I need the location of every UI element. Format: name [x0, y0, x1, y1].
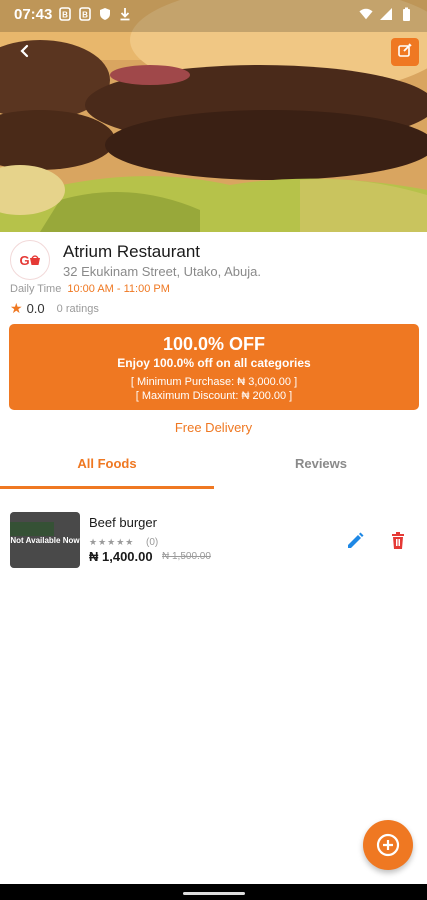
arrow-back-icon [18, 44, 32, 63]
tab-reviews[interactable]: Reviews [214, 447, 427, 487]
availability-overlay: Not Available Now [10, 512, 80, 568]
basket-icon [29, 255, 40, 265]
food-old-price: ₦ 1,500.00 [162, 551, 211, 562]
add-food-button[interactable] [363, 820, 413, 870]
food-price: ₦ 1,400.00 [89, 549, 153, 564]
food-review-count: (0) [146, 537, 159, 548]
wifi-icon [359, 7, 373, 21]
battery-icon [399, 7, 413, 21]
active-tab-indicator [0, 486, 214, 489]
free-delivery-label: Free Delivery [174, 420, 253, 435]
svg-text:B: B [82, 11, 88, 20]
logo-text: G [19, 252, 29, 268]
signal-icon [379, 7, 393, 21]
restaurant-name: Atrium Restaurant [63, 242, 200, 261]
restaurant-cover-image [0, 0, 427, 232]
maximum-discount: [ Maximum Discount: ₦ 200.00 ] [135, 390, 293, 402]
notification-b-icon: B [78, 7, 92, 21]
shield-icon [98, 7, 112, 21]
food-list-item[interactable]: Not Available Now Beef burger ★★★★★ (0) … [8, 510, 419, 570]
food-name: Beef burger [89, 515, 157, 530]
opening-hours: 10:00 AM - 11:00 PM [67, 283, 170, 295]
rating-value: 0.0 [26, 301, 45, 316]
add-circle-icon [376, 833, 400, 857]
delete-food-button[interactable] [387, 530, 409, 552]
tab-bar: All Foods Reviews [0, 447, 427, 489]
star-icon: ★ [10, 300, 23, 316]
svg-text:B: B [62, 11, 68, 20]
restaurant-address: 32 Ekukinam Street, Utako, Abuja. [63, 264, 261, 279]
daily-time-label: Daily Time [10, 283, 62, 295]
minimum-purchase: [ Minimum Purchase: ₦ 3,000.00 ] [130, 376, 298, 388]
notification-b-icon: B [58, 7, 72, 21]
daily-time-row: Daily Time 10:00 AM - 11:00 PM [10, 283, 170, 295]
system-navigation-bar [0, 884, 427, 900]
ratings-count: 0 ratings [56, 302, 99, 315]
discount-subtitle: Enjoy 100.0% off on all categories [117, 356, 311, 370]
trash-icon [392, 532, 404, 549]
status-bar: 07:43 B B [0, 0, 427, 28]
restaurant-logo: G [10, 240, 50, 280]
discount-banner: 100.0% OFF Enjoy 100.0% off on all categ… [9, 324, 419, 410]
status-time: 07:43 [14, 5, 53, 23]
food-image: Not Available Now [10, 512, 80, 568]
edit-square-icon [397, 42, 413, 63]
pencil-icon [348, 532, 364, 548]
food-rating-stars: ★★★★★ [89, 537, 135, 547]
back-button[interactable] [10, 38, 40, 68]
rating-row: ★ 0.0 0 ratings [10, 300, 99, 317]
home-gesture-handle[interactable] [183, 892, 245, 895]
tab-all-foods[interactable]: All Foods [0, 447, 214, 487]
discount-title: 100.0% OFF [162, 334, 266, 354]
edit-food-button[interactable] [344, 530, 366, 552]
edit-restaurant-button[interactable] [391, 38, 419, 66]
download-icon [118, 7, 132, 21]
